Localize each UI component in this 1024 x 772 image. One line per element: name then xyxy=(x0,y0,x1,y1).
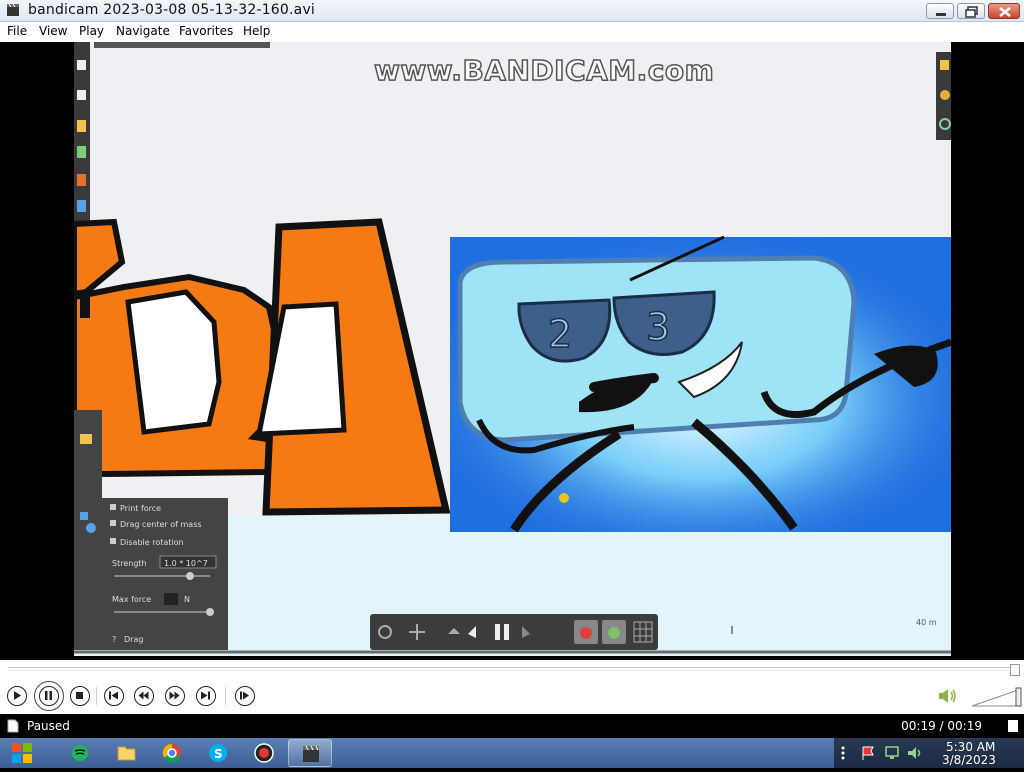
title-bar[interactable]: bandicam 2023-03-08 05-13-32-160.avi xyxy=(0,0,1024,22)
scale-label: 40 m xyxy=(916,618,937,627)
frame-step-icon xyxy=(240,691,249,700)
resize-grip-icon[interactable] xyxy=(1006,719,1020,733)
taskbar-bandicam-recorder[interactable] xyxy=(242,739,286,767)
right-lens-digit: 3 xyxy=(646,305,670,349)
menu-bar: File View Play Navigate Favorites Help xyxy=(0,22,1024,42)
fast-forward-button[interactable] xyxy=(165,686,185,706)
start-button[interactable] xyxy=(0,738,56,768)
taskbar-spotify[interactable] xyxy=(58,739,102,767)
control-separator xyxy=(225,687,226,705)
tray-overflow-icon[interactable] xyxy=(840,746,846,760)
menu-file[interactable]: File xyxy=(7,24,27,38)
playback-state: Paused xyxy=(27,719,70,733)
menu-view[interactable]: View xyxy=(39,24,67,38)
menu-help[interactable]: Help xyxy=(243,24,270,38)
max-force-unit: N xyxy=(184,595,190,604)
bandicam-watermark: www.BANDICAM.com xyxy=(373,53,715,88)
fast-forward-icon xyxy=(169,691,180,700)
skype-icon: S xyxy=(209,744,227,762)
next-button[interactable] xyxy=(196,686,216,706)
taskbar-chrome[interactable] xyxy=(150,739,194,767)
seek-thumb[interactable] xyxy=(1010,664,1020,676)
drag-label: Drag xyxy=(124,635,143,644)
play-icon xyxy=(14,691,21,700)
menu-favorites[interactable]: Favorites xyxy=(179,24,233,38)
volume-tray-icon[interactable] xyxy=(906,745,924,761)
video-scene: 2 3 Print force Drag center of mass Disa… xyxy=(74,42,951,656)
option-disable-rotation: Disable rotation xyxy=(120,538,184,547)
clock-date[interactable]: 3/8/2023 xyxy=(942,753,996,767)
volume-slider[interactable] xyxy=(970,686,1022,708)
stop-icon xyxy=(76,692,83,699)
option-drag-center: Drag center of mass xyxy=(120,520,202,529)
menu-navigate[interactable]: Navigate xyxy=(116,24,170,38)
seek-bar[interactable] xyxy=(8,667,1016,671)
document-icon xyxy=(7,719,19,733)
folder-icon xyxy=(117,746,136,761)
speaker-icon[interactable] xyxy=(937,687,959,705)
option-print-force: Print force xyxy=(120,504,161,513)
system-tray: 5:30 AM 3/8/2023 xyxy=(834,738,1024,768)
taskbar: S 5:30 AM 3/8/2023 xyxy=(0,738,1024,768)
left-lens-digit: 2 xyxy=(548,312,572,356)
previous-button[interactable] xyxy=(104,686,124,706)
video-frame: 2 3 Print force Drag center of mass Disa… xyxy=(74,42,951,656)
app-icon xyxy=(7,3,19,16)
strength-value: 1.0 * 10^7 xyxy=(164,559,208,568)
next-icon xyxy=(201,691,210,700)
play-button[interactable] xyxy=(7,686,27,706)
clock-time[interactable]: 5:30 AM xyxy=(946,740,995,754)
svg-text:S: S xyxy=(214,747,223,761)
video-area[interactable]: 2 3 Print force Drag center of mass Disa… xyxy=(0,42,1024,660)
window-title: bandicam 2023-03-08 05-13-32-160.avi xyxy=(28,2,316,18)
playback-controls xyxy=(0,660,1024,714)
restore-button[interactable] xyxy=(957,3,985,19)
chrome-icon xyxy=(162,743,181,763)
rewind-icon xyxy=(138,691,149,700)
clapperboard-icon xyxy=(303,745,319,762)
control-separator xyxy=(96,687,97,705)
status-bar: Paused 00:19 / 00:19 xyxy=(0,714,1024,738)
record-icon xyxy=(254,743,274,763)
network-icon[interactable] xyxy=(884,745,902,761)
taskbar-bandicut-player[interactable] xyxy=(288,739,332,767)
svg-text:?: ? xyxy=(112,635,116,644)
frame-step-button[interactable] xyxy=(235,686,255,706)
playback-time: 00:19 / 00:19 xyxy=(901,719,982,733)
menu-play[interactable]: Play xyxy=(79,24,104,38)
stop-button[interactable] xyxy=(70,686,90,706)
strength-label: Strength xyxy=(112,559,147,568)
minimize-button[interactable] xyxy=(926,3,954,19)
spotify-icon xyxy=(72,745,88,761)
previous-icon xyxy=(109,691,118,700)
pause-button[interactable] xyxy=(34,681,64,711)
flag-icon[interactable] xyxy=(860,745,876,761)
taskbar-file-explorer[interactable] xyxy=(104,739,148,767)
taskbar-skype[interactable]: S xyxy=(196,739,240,767)
pause-icon xyxy=(45,691,52,700)
max-force-label: Max force xyxy=(112,595,151,604)
rewind-button[interactable] xyxy=(134,686,154,706)
close-button[interactable] xyxy=(988,3,1020,19)
